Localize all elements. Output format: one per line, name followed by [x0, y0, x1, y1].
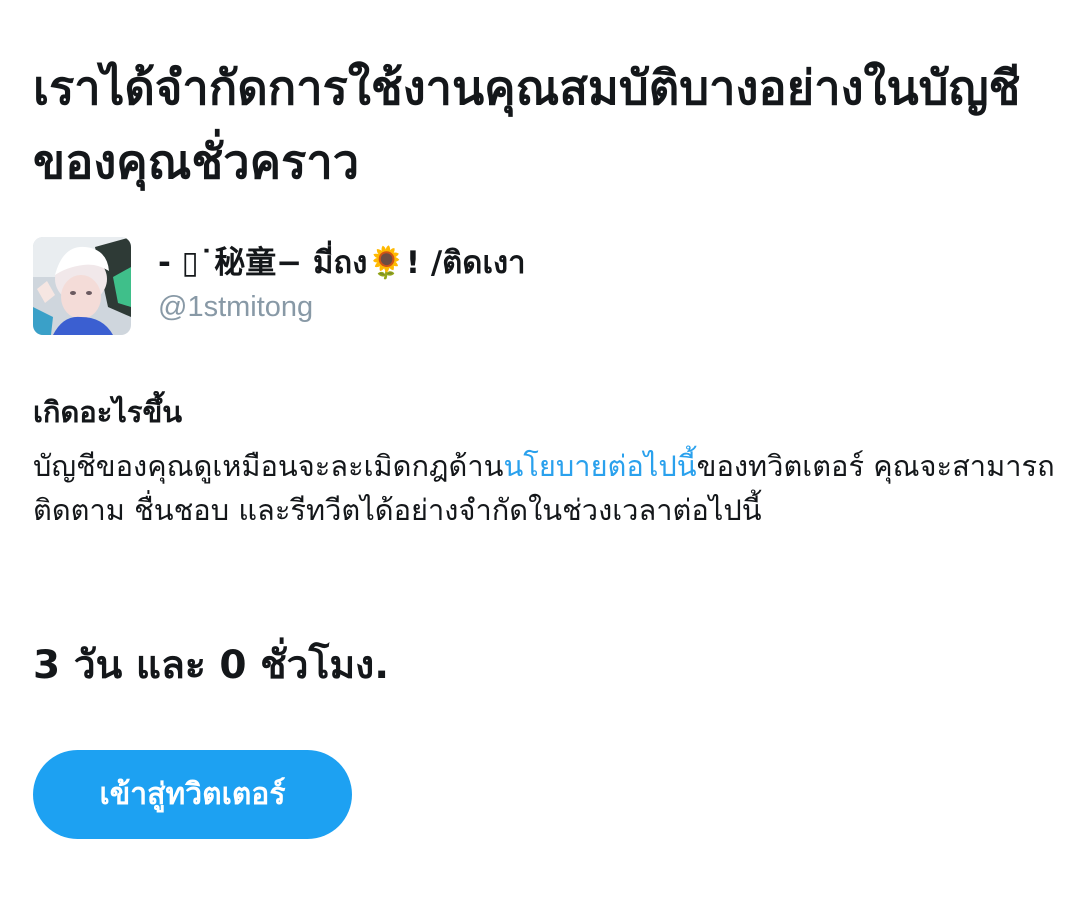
display-name: - ▯˙秘童− มี่ถง🌻! /ติดเงา — [158, 245, 526, 281]
policy-link[interactable]: นโยบายต่อไปนี้ — [503, 449, 696, 483]
restriction-duration: 3 วัน และ 0 ชั่วโมง. — [33, 643, 390, 688]
avatar — [33, 237, 131, 335]
explanation-text-start: บัญชีของคุณดูเหมือนจะละเมิดกฎด้าน — [33, 449, 504, 483]
go-to-twitter-button[interactable]: เข้าสู่ทวิตเตอร์ — [33, 750, 352, 839]
account-info: - ▯˙秘童− มี่ถง🌻! /ติดเงา @1stmitong — [33, 237, 526, 335]
user-handle: @1stmitong — [158, 291, 314, 323]
explanation-text: บัญชีของคุณดูเหมือนจะละเมิดกฎด้านนโยบายต… — [33, 444, 1058, 532]
section-heading: เกิดอะไรขึ้น — [33, 395, 183, 429]
page-title: เราได้จำกัดการใช้งานคุณสมบัติบางอย่างในบ… — [33, 61, 1021, 190]
